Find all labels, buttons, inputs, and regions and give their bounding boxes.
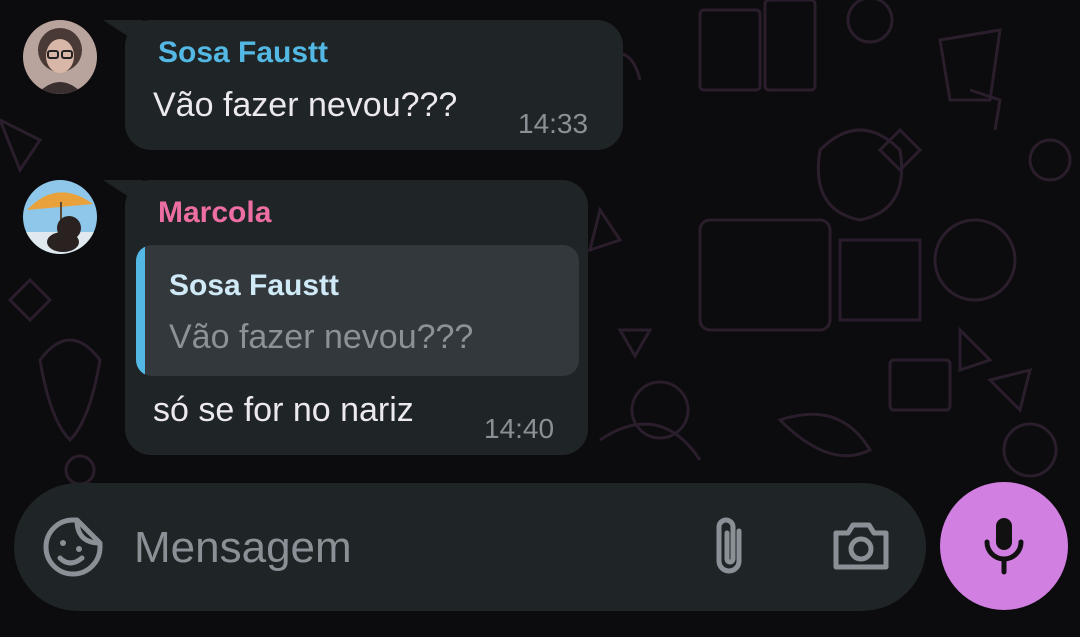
voice-record-button[interactable]: [940, 482, 1068, 610]
message-timestamp: 14:40: [484, 413, 555, 444]
message-bubble[interactable]: Marcola Sosa Faustt Vão fazer nevou??? s…: [103, 180, 588, 455]
paperclip-icon[interactable]: [709, 515, 753, 579]
camera-icon[interactable]: [832, 519, 890, 573]
message-input[interactable]: [132, 513, 656, 583]
reply-quote-bar: [136, 245, 145, 376]
message-bubble[interactable]: Sosa Faustt Vão fazer nevou??? 14:33: [103, 20, 623, 150]
message-text: só se for no nariz: [153, 391, 414, 429]
avatar-sosa-faustt[interactable]: [23, 20, 97, 94]
profile-photo-umbrella-beach: [23, 180, 97, 254]
message-composer: [14, 483, 926, 611]
message-timestamp: 14:33: [518, 108, 589, 139]
sticker-smiley-icon[interactable]: [42, 516, 104, 578]
reply-quote[interactable]: Sosa Faustt Vão fazer nevou???: [136, 245, 579, 376]
profile-photo-woman-glasses: [23, 20, 97, 94]
bubble-tail: [103, 180, 143, 206]
sender-name[interactable]: Sosa Faustt: [158, 36, 328, 70]
reply-quote-text: Vão fazer nevou???: [169, 318, 474, 356]
microphone-icon: [984, 518, 1024, 575]
bubble-tail: [103, 20, 143, 46]
message-text: Vão fazer nevou???: [153, 86, 458, 124]
sender-name[interactable]: Marcola: [158, 196, 271, 230]
reply-quote-sender: Sosa Faustt: [169, 269, 340, 302]
avatar-marcola[interactable]: [23, 180, 97, 254]
